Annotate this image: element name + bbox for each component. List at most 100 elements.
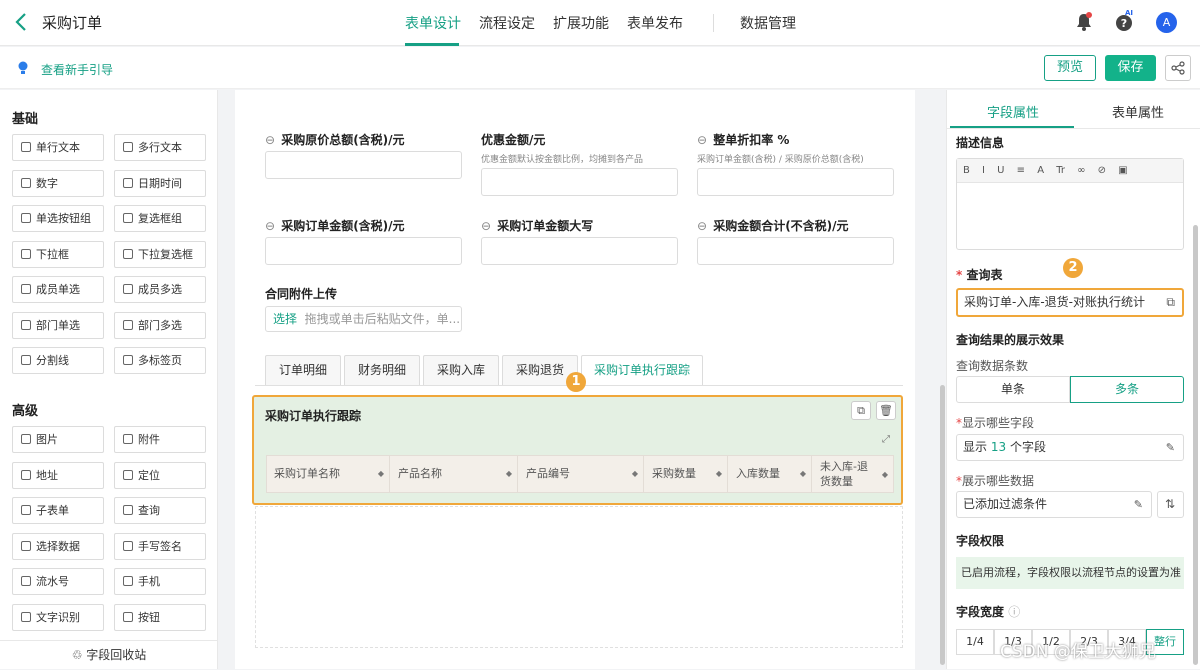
component-item[interactable]: 流水号 (12, 568, 104, 595)
width-option[interactable]: 1/4 (956, 629, 994, 655)
data-filter-select[interactable]: 已添加过滤条件 ✎ (956, 491, 1152, 518)
sort-icon[interactable]: ◆ (378, 455, 384, 493)
column-label: 产品编号 (526, 467, 570, 480)
query-table-select[interactable]: 采购订单-入库-退货-对账执行统计 ⧉ (956, 288, 1184, 317)
component-icon (21, 177, 31, 188)
edit-icon[interactable]: ✎ (1166, 435, 1175, 460)
query-link-icon[interactable]: ⧉ (1166, 290, 1175, 315)
sort-icon[interactable]: ◆ (716, 455, 722, 493)
component-item[interactable]: 成员单选 (12, 276, 104, 303)
field-input[interactable] (481, 168, 678, 196)
field-input[interactable] (697, 237, 894, 265)
component-item[interactable]: 选择数据 (12, 532, 104, 560)
sort-icon[interactable]: ◆ (632, 455, 638, 493)
tab-publish[interactable]: 表单发布 (627, 13, 683, 33)
annotation-badge-2: 2 (1063, 258, 1083, 278)
sort-icon[interactable]: ◆ (882, 467, 888, 482)
component-item[interactable]: 单行文本 (12, 134, 104, 161)
attachment-upload[interactable]: 选择 拖拽或单击后粘贴文件，单... (265, 306, 462, 332)
component-item[interactable]: 定位 (114, 461, 206, 489)
tab-field-properties[interactable]: 字段属性 (987, 102, 1039, 121)
component-label: 文字识别 (36, 610, 80, 624)
component-item[interactable]: 复选框组 (114, 205, 206, 232)
component-item[interactable]: 多标签页 (114, 347, 206, 374)
component-item[interactable]: 图片 (12, 426, 104, 453)
column-label: 产品名称 (398, 467, 442, 480)
component-item[interactable]: 数字 (12, 169, 104, 197)
component-item[interactable]: 分割线 (12, 347, 104, 374)
component-item[interactable]: 部门单选 (12, 311, 104, 339)
link-icon: ⊖ (265, 133, 276, 147)
component-icon (123, 355, 133, 365)
subtab-finance-detail[interactable]: 财务明细 (344, 355, 420, 385)
component-label: 选择数据 (36, 539, 80, 553)
upload-select-link[interactable]: 选择 (273, 312, 297, 326)
component-item[interactable]: 附件 (114, 426, 206, 453)
share-button[interactable] (1165, 55, 1191, 81)
field-width-label: 字段宽度 ⓘ (956, 605, 1021, 619)
component-item[interactable]: 下拉复选框 (114, 240, 206, 268)
nav-divider (713, 14, 714, 32)
displayed-fields-select[interactable]: 显示 13 个字段 ✎ (956, 434, 1184, 461)
panel-scrollbar[interactable] (1193, 225, 1198, 665)
component-item[interactable]: 单选按钮组 (12, 205, 104, 232)
field-input[interactable] (697, 168, 894, 196)
sort-icon[interactable]: ◆ (506, 455, 512, 493)
component-label: 单行文本 (36, 141, 80, 154)
subtab-purchase-inbound[interactable]: 采购入库 (423, 355, 499, 385)
tab-data-management[interactable]: 数据管理 (740, 13, 796, 33)
component-item[interactable]: 多行文本 (114, 134, 206, 161)
component-icon (123, 611, 133, 622)
canvas-scrollbar[interactable] (940, 385, 945, 665)
record-count-label: 查询数据条数 (956, 359, 1029, 373)
tab-extensions[interactable]: 扩展功能 (553, 13, 609, 33)
bell-icon[interactable] (1075, 12, 1095, 32)
link-icon: ⊖ (481, 219, 492, 233)
single-record-option[interactable]: 单条 (956, 376, 1070, 403)
table-column-header: 采购数量 ◆ (644, 455, 728, 493)
copy-icon[interactable]: ⧉ (851, 401, 871, 420)
save-button[interactable]: 保存 (1105, 55, 1156, 81)
avatar[interactable]: A (1156, 12, 1177, 33)
component-item[interactable]: 查询 (114, 497, 206, 524)
expand-icon[interactable]: ⤢ (882, 434, 890, 445)
table-column-header: 未入库-退货数量 ◆ (812, 455, 894, 493)
drop-zone[interactable] (255, 506, 903, 648)
component-item[interactable]: 地址 (12, 461, 104, 489)
tab-workflow[interactable]: 流程设定 (479, 13, 535, 33)
subtab-execution-tracking[interactable]: 采购订单执行跟踪 (581, 355, 703, 385)
result-display-label: 查询结果的展示效果 (956, 333, 1065, 347)
guide-link[interactable]: 查看新手引导 (41, 61, 113, 78)
ai-badge: AI (1125, 9, 1134, 17)
component-item[interactable]: 子表单 (12, 497, 104, 524)
multi-record-option[interactable]: 多条 (1070, 376, 1184, 403)
field-input[interactable] (265, 237, 462, 265)
permission-notice: 已启用流程，字段权限以流程节点的设置为准 (956, 557, 1184, 589)
tab-form-design[interactable]: 表单设计 (405, 13, 461, 33)
editor-toolbar[interactable]: B I U ≡ A Tr ∞ ⊘ ▣ (957, 159, 1183, 183)
component-icon (123, 213, 133, 223)
component-item[interactable]: 部门多选 (114, 311, 206, 339)
component-item[interactable]: 按钮 (114, 603, 206, 631)
field-input[interactable] (481, 237, 678, 265)
field-input[interactable] (265, 151, 462, 179)
delete-icon[interactable]: 🗑 (876, 401, 896, 420)
component-item[interactable]: 成员多选 (114, 276, 206, 303)
preview-button[interactable]: 预览 (1044, 55, 1096, 81)
component-item[interactable]: 手写签名 (114, 532, 206, 560)
component-item[interactable]: 手机 (114, 568, 206, 595)
edit-icon[interactable]: ✎ (1134, 492, 1143, 517)
tab-form-properties[interactable]: 表单属性 (1112, 102, 1164, 121)
component-label: 流水号 (36, 575, 69, 588)
component-icon (123, 177, 133, 188)
sort-icon[interactable]: ◆ (800, 455, 806, 493)
component-icon (21, 611, 31, 622)
back-arrow-icon[interactable] (14, 12, 30, 32)
component-item[interactable]: 文字识别 (12, 603, 104, 631)
component-item[interactable]: 下拉框 (12, 240, 104, 268)
component-icon (21, 434, 31, 444)
component-item[interactable]: 日期时间 (114, 169, 206, 197)
subtab-order-detail[interactable]: 订单明细 (265, 355, 341, 385)
field-recycle-bin[interactable]: ♲ 字段回收站 (0, 640, 218, 669)
sort-icon[interactable]: ⇅ (1157, 491, 1184, 518)
